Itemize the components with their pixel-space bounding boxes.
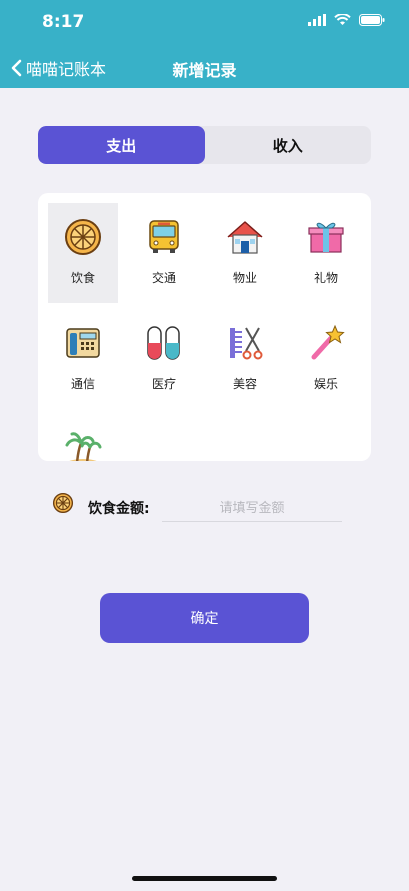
category-property[interactable]: 物业 bbox=[210, 203, 280, 303]
header-bar: 8:17 喵喵记账本 新增记录 bbox=[0, 0, 409, 88]
status-icons bbox=[308, 14, 385, 26]
category-label: 通信 bbox=[70, 377, 95, 391]
bus-icon bbox=[149, 220, 179, 253]
category-transport[interactable]: 交通 bbox=[129, 203, 199, 303]
signal-icon bbox=[308, 14, 326, 26]
category-entertainment[interactable]: 娱乐 bbox=[291, 309, 361, 409]
tab-expense[interactable]: 支出 bbox=[38, 126, 205, 164]
orange-slice-icon bbox=[65, 219, 101, 255]
category-medical[interactable]: 医疗 bbox=[129, 309, 199, 409]
telephone-icon bbox=[66, 328, 100, 358]
tab-income[interactable]: 收入 bbox=[205, 126, 372, 164]
gift-icon bbox=[308, 222, 344, 253]
category-beauty[interactable]: 美容 bbox=[210, 309, 280, 409]
category-grid: 饮食 交通 物业 礼物 通信 医疗 美容 娱乐 bbox=[38, 193, 371, 461]
category-label: 交通 bbox=[151, 271, 176, 285]
amount-row: 饮食金额: bbox=[52, 490, 352, 524]
magic-wand-icon bbox=[311, 324, 345, 360]
category-food[interactable]: 饮食 bbox=[48, 203, 118, 303]
category-gift[interactable]: 礼物 bbox=[291, 203, 361, 303]
pill-capsule-icon bbox=[147, 326, 180, 360]
wifi-icon bbox=[334, 14, 351, 25]
amount-label: 饮食金额: bbox=[88, 501, 150, 517]
confirm-button[interactable]: 确定 bbox=[100, 593, 309, 643]
house-icon bbox=[227, 221, 263, 254]
category-label: 美容 bbox=[232, 377, 257, 391]
battery-icon bbox=[359, 14, 385, 26]
page-title: 新增记录 bbox=[172, 61, 237, 80]
category-travel[interactable] bbox=[48, 415, 118, 461]
category-telecom[interactable]: 通信 bbox=[48, 309, 118, 409]
palm-island-icon bbox=[65, 432, 102, 461]
type-segment: 支出 收入 bbox=[38, 126, 371, 164]
category-label: 饮食 bbox=[70, 271, 95, 285]
home-indicator bbox=[132, 876, 277, 881]
status-time: 8:17 bbox=[42, 12, 85, 32]
orange-slice-icon bbox=[52, 492, 74, 514]
category-label: 娱乐 bbox=[313, 377, 338, 391]
category-label: 物业 bbox=[232, 271, 257, 285]
category-label: 医疗 bbox=[151, 377, 176, 391]
category-label: 礼物 bbox=[313, 271, 338, 285]
comb-scissors-icon bbox=[230, 327, 263, 360]
amount-input[interactable] bbox=[162, 496, 342, 522]
